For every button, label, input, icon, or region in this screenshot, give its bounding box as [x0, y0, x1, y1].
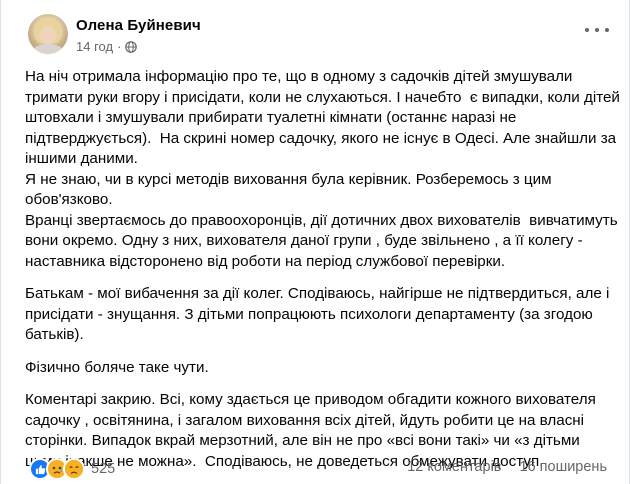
text-line: Батькам - мої вибачення за дії колег. Сп…: [25, 285, 610, 302]
text-line: Вранці звертаємось до правоохоронців, ді…: [25, 211, 618, 229]
text-line: Фізично боляче таке чути.: [25, 358, 209, 376]
text-line: сторінки. Випадок вкрай мерзотний, але в…: [25, 432, 580, 449]
paragraph: Фізично боляче таке чути.: [25, 358, 611, 379]
text-line: підтверджується). На скрині номер садочк…: [25, 129, 617, 147]
author-avatar[interactable]: [28, 14, 68, 54]
text-line: тримати руки вгору і присідати, коли не …: [25, 88, 620, 106]
text-line: вони окремо. Одну з них, вихователя дано…: [25, 232, 583, 249]
shares-count-link[interactable]: 16 поширень: [520, 459, 608, 475]
text-line: присідати - знущання. З дітьми попрацюют…: [25, 305, 593, 323]
post-text: На ніч отримала інформацію про те, що в …: [25, 67, 620, 472]
paragraph: Батькам - мої вибачення за дії колег. Сп…: [25, 284, 611, 346]
reactions-summary[interactable]: 525: [29, 458, 115, 480]
text-line: На ніч отримала інформацію про те, що в …: [25, 68, 573, 85]
paragraph: На ніч отримала інформацію про те, що в …: [25, 67, 620, 272]
sad-icon: [63, 458, 85, 480]
meta-separator: ·: [117, 39, 122, 54]
author-name[interactable]: Олена Буйневич: [76, 17, 201, 34]
text-line: Коментарі закрию. Всі, кому здається це …: [25, 391, 596, 408]
text-line: Я не знаю, чи в курсі методів виховання …: [25, 170, 552, 188]
text-line: штовхали і змушували прибирати туалетні …: [25, 109, 517, 126]
post-stats: 12 коментарів 16 поширень: [407, 459, 607, 475]
text-line: обов'язково.: [25, 191, 113, 208]
text-line: наставника відсторонено від роботи на пе…: [25, 252, 506, 270]
post-time[interactable]: 14 год: [76, 39, 113, 54]
more-options-icon[interactable]: [585, 23, 609, 37]
text-line: садочку , освітянина, і загалом вихованн…: [25, 411, 585, 429]
post-card: Олена Буйневич 14 год · На ніч отримала …: [0, 0, 630, 484]
globe-icon[interactable]: [125, 40, 138, 53]
text-line: батьків).: [25, 326, 84, 343]
reaction-count: 525: [91, 461, 116, 477]
post-meta: 14 год ·: [76, 39, 138, 54]
text-line: іншими даними.: [25, 150, 138, 167]
comments-count-link[interactable]: 12 коментарів: [407, 459, 501, 475]
